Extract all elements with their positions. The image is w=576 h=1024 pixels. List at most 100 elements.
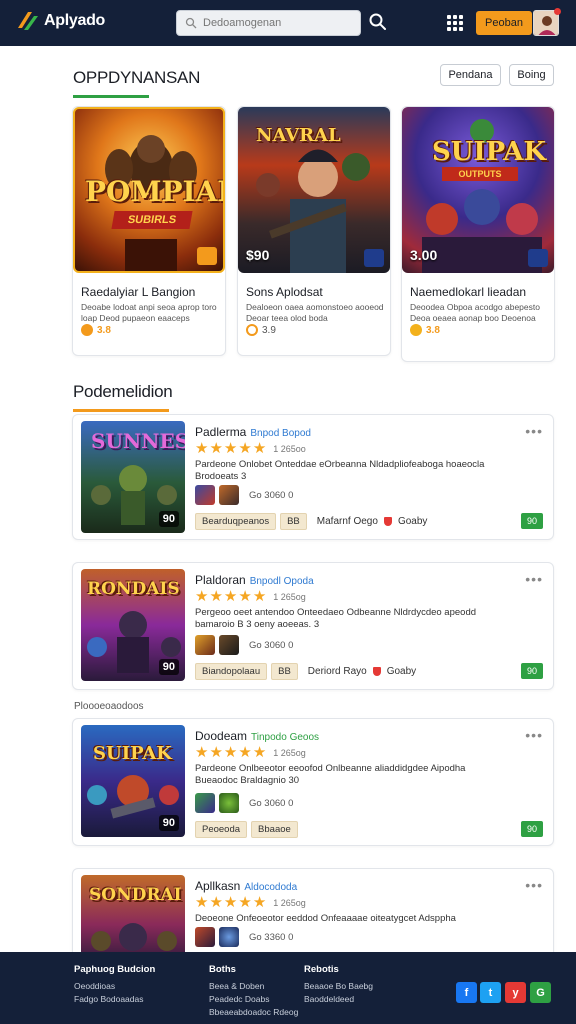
star-icon: ★	[195, 894, 209, 911]
screenshot-icons: Go 3060 0	[195, 485, 293, 505]
download-meta: Go 3060 0	[249, 639, 294, 651]
download-button[interactable]: 90	[521, 663, 543, 679]
genre-tag[interactable]: BB	[271, 663, 298, 680]
footer-link[interactable]: Fadgo Bodoaadas	[74, 993, 155, 1006]
star-icon: ★	[238, 440, 252, 457]
art-title: SUIPAK	[432, 137, 547, 167]
footer-column-3: Rebotis Beaaoe Bo Baebg Baoddeldeed	[304, 964, 373, 1006]
footer-heading: Paphuog Budcion	[74, 964, 156, 975]
game-name: Apllkasn	[195, 879, 241, 893]
developer-link[interactable]: Bnpodl Opoda	[250, 576, 314, 587]
game-title: Doodeam Tinpodo Geoos	[195, 729, 319, 743]
apps-grid-icon[interactable]	[447, 15, 463, 31]
more-options-icon[interactable]: •••	[525, 423, 543, 439]
google-icon[interactable]: G	[530, 982, 551, 1003]
star-icon: ★	[238, 588, 252, 605]
search-input[interactable]	[203, 14, 353, 32]
download-meta: Go 3060 0	[249, 797, 294, 809]
coin-icon	[410, 324, 422, 336]
platform-icon	[528, 249, 548, 267]
download-button[interactable]: 90	[521, 821, 543, 837]
star-icon: ★	[195, 744, 209, 761]
coin-icon	[246, 324, 258, 336]
footer-link[interactable]: Baoddeldeed	[304, 993, 373, 1006]
footer-link[interactable]: Beaaoe Bo Baebg	[304, 980, 373, 993]
star-rating: ★ ★ ★ ★ ★ 1 265og	[195, 589, 306, 604]
filter-chip-1[interactable]: Pendana	[440, 64, 501, 86]
star-rating: ★ ★ ★ ★ ★ 1 265og	[195, 745, 306, 760]
filter-chip-2[interactable]: Boing	[509, 64, 554, 86]
list-item[interactable]: SUNNES 90 Padlerma Bnpod Bopod ★ ★ ★ ★ ★ 1 26…	[72, 414, 554, 540]
genre-tag[interactable]: Bearduqpeanos	[195, 513, 277, 530]
list-item[interactable]: RONDAIS 90 Plaldoran Bnpodl Opoda ★ ★ ★ ★ ★ 1…	[72, 562, 554, 690]
star-icon: ★	[209, 894, 223, 911]
game-name: Padlerma	[195, 425, 247, 439]
facebook-icon[interactable]: f	[456, 982, 477, 1003]
list-item[interactable]: SONDRAI Apllkasn Aldocododa ★ ★ ★ ★ ★ 1 265og…	[72, 868, 554, 965]
game-name: Doodeam	[195, 729, 248, 743]
twitter-icon[interactable]: t	[480, 982, 501, 1003]
footer-link[interactable]: Beea & Doben	[209, 980, 298, 993]
star-icon: ★	[209, 744, 223, 761]
tag-row: Biandopolaau BB Deriord Rayo Goaby	[195, 663, 416, 680]
featured-card-2[interactable]: NAVRAL $90 Sons Aplodsat Dealoeon oaea a…	[237, 106, 391, 356]
game-description: Pardeone Onlobet Onteddae eOrbeanna Nlda…	[195, 459, 485, 482]
footer-column-1: Paphuog Budcion Oeoddioas Fadgo Bodoaada…	[74, 964, 155, 1006]
game-description: Pardeone Onlbeeotor eeoofod Onlbeanne al…	[195, 763, 466, 786]
screenshot-thumb[interactable]	[195, 927, 215, 947]
featured-card-3[interactable]: SUIPAK OUTPUTS 3.00 Naemedlokarl lieadan…	[401, 106, 555, 362]
star-icon: ★	[238, 744, 252, 761]
search-icon[interactable]	[368, 12, 388, 32]
thumbnail-badge: 90	[158, 659, 179, 675]
footer-heading: Boths	[209, 964, 236, 975]
game-description: Deoeone Onfeoeotor eeddod Onfeaaaae oite…	[195, 913, 456, 924]
more-options-icon[interactable]: •••	[525, 877, 543, 893]
footer-link[interactable]: Oeoddioas	[74, 980, 155, 993]
featured-section-title: OPPDYNANSAN	[73, 68, 201, 87]
screenshot-thumb[interactable]	[219, 927, 239, 947]
login-button[interactable]: Peoban	[476, 11, 532, 35]
genre-tag[interactable]: Biandopolaau	[195, 663, 268, 680]
download-button[interactable]: 90	[521, 513, 543, 529]
star-icon: ★	[209, 440, 223, 457]
screenshot-thumb[interactable]	[195, 635, 215, 655]
developer-link[interactable]: Bnpod Bopod	[250, 428, 311, 439]
featured-card-desc: Deoodea Obpoa acodgo abepesto Deoa oeaea…	[410, 302, 540, 323]
screenshot-thumb[interactable]	[219, 635, 239, 655]
screenshot-icons: Go 3060 0	[195, 793, 293, 813]
featured-card-1[interactable]: POMPIAN SUBIRLS Raedalyiar L Bangion Deo…	[72, 106, 226, 356]
star-icon: ★	[252, 894, 267, 911]
developer-link[interactable]: Aldocododa	[244, 882, 297, 893]
screenshot-thumb[interactable]	[219, 793, 239, 813]
youtube-icon[interactable]: y	[505, 982, 526, 1003]
genre-tag[interactable]: BB	[280, 513, 307, 530]
thumbnail-title: SUNNES	[91, 429, 185, 453]
star-icon: ★	[223, 588, 238, 605]
shield-icon	[383, 517, 392, 526]
screenshot-thumb[interactable]	[195, 485, 215, 505]
featured-card-desc: Deoabe lodoat anpi seoa aprop toro loap …	[81, 302, 217, 323]
star-icon: ★	[209, 588, 223, 605]
more-options-icon[interactable]: •••	[525, 571, 543, 587]
logo-text: Aplyado	[44, 12, 106, 29]
star-rating: ★ ★ ★ ★ ★ 1 265og	[195, 895, 306, 910]
footer-link[interactable]: Bbeaeabdoadoc Rdeog	[209, 1006, 298, 1019]
platform-info: Deriord Rayo Goaby	[308, 666, 416, 677]
genre-tag[interactable]: Bbaaoe	[251, 821, 298, 838]
developer-link[interactable]: Tinpodo Geoos	[251, 732, 319, 743]
star-icon: ★	[195, 588, 209, 605]
app-logo[interactable]: Aplyado	[16, 10, 105, 32]
featured-card-rating: 3.8	[81, 324, 111, 336]
popular-title-underline	[73, 409, 169, 412]
footer-link[interactable]: Peadedc Doabs	[209, 993, 298, 1006]
tag-row: Peoeoda Bbaaoe	[195, 821, 298, 838]
featured-card-image: SUIPAK OUTPUTS 3.00	[402, 107, 554, 273]
screenshot-thumb[interactable]	[195, 793, 215, 813]
more-options-icon[interactable]: •••	[525, 727, 543, 743]
screenshot-thumb[interactable]	[219, 485, 239, 505]
genre-tag[interactable]: Peoeoda	[195, 821, 248, 838]
featured-card-desc: Dealoeon oaea aomonstoeo aooeod Deoar te…	[246, 302, 384, 323]
list-item[interactable]: SUIPAK 90 Doodeam Tinpodo Geoos ★ ★ ★ ★ ★ 1 2…	[72, 718, 554, 846]
game-thumbnail: SUIPAK 90	[81, 725, 185, 837]
search-box[interactable]	[176, 10, 361, 36]
